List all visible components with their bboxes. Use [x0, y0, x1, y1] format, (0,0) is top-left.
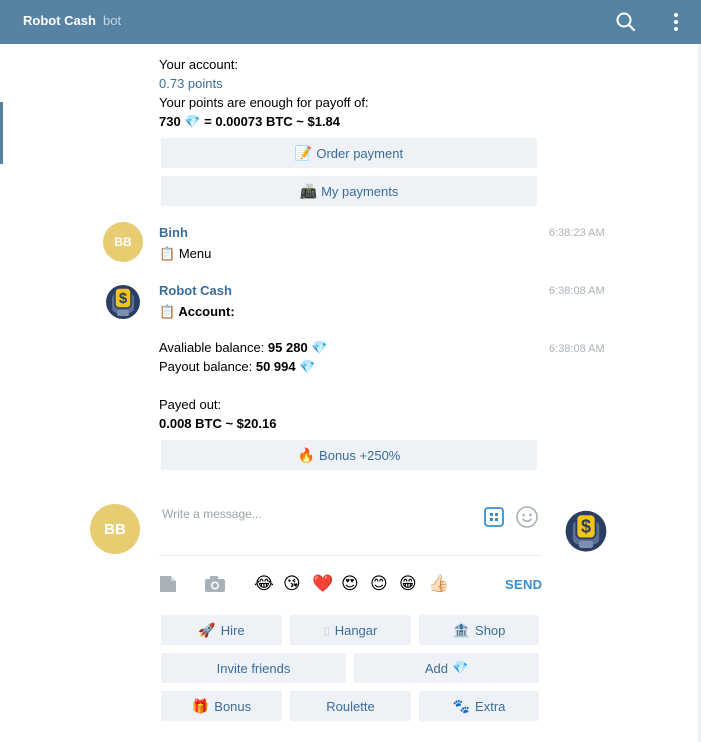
smile-icon[interactable] [515, 505, 539, 529]
message-text: 📋 Menu [159, 246, 212, 261]
gem-icon: 💎 [311, 340, 328, 355]
robot-avatar-icon[interactable]: $ [103, 281, 143, 321]
emoji-kiss-icon[interactable]: 😘 [283, 574, 301, 594]
shop-button[interactable]: 🏦 Shop [419, 615, 539, 645]
payoff-label: Your points are enough for payoff of: [159, 95, 369, 110]
hangar-button[interactable]: ▯ Hangar [290, 615, 411, 645]
bonus-inline-button[interactable]: 🔥 Bonus +250% [161, 440, 537, 470]
robot-avatar-icon[interactable]: $ [562, 506, 610, 554]
search-icon[interactable] [612, 8, 640, 36]
account-label: Your account: [159, 57, 239, 72]
sender-name[interactable]: Binh [159, 225, 188, 240]
order-payment-button[interactable]: 📝 Order payment [161, 138, 537, 168]
camera-icon[interactable] [204, 575, 226, 593]
payed-out-label: Payed out: [159, 397, 222, 412]
rocket-icon: 🚀 [198, 621, 216, 638]
hangar-icon: ▯ [323, 624, 330, 637]
memo-icon: 📝 [294, 144, 313, 161]
document-icon[interactable] [159, 575, 177, 593]
account-heading: 📋 Account: [159, 304, 235, 319]
bank-icon: 🏦 [452, 621, 471, 638]
points-value: 0.73 points [159, 76, 223, 91]
chat-title[interactable]: Robot Cash [23, 13, 96, 28]
extra-button[interactable]: 🐾 Extra [419, 691, 539, 721]
my-payments-button[interactable]: 📠 My payments [161, 176, 537, 206]
bonus-button[interactable]: 🎁 Bonus [161, 691, 282, 721]
message-time: 6:38:08 AM [549, 343, 605, 355]
gem-icon: 💎 [451, 660, 469, 675]
gift-icon: 🎁 [191, 697, 210, 714]
emoji-grin-icon[interactable]: 😁 [399, 574, 417, 594]
payoff-amount: 730 💎 = 0.00073 BTC ~ $1.84 [159, 114, 341, 129]
selection-indicator [0, 102, 3, 164]
chat-subtitle: bot [103, 13, 122, 28]
add-button[interactable]: Add 💎 [354, 653, 539, 683]
clipboard-icon: 📋 [159, 304, 176, 319]
available-balance: Avaliable balance: 95 280 💎 [159, 340, 328, 355]
bot-keyboard-icon[interactable] [483, 506, 505, 528]
gem-icon: 💎 [299, 359, 316, 374]
emoji-heart-eyes-icon[interactable]: 😍 [341, 574, 359, 594]
composer-divider [159, 555, 541, 556]
svg-text:$: $ [581, 516, 591, 536]
payed-out-value: 0.008 BTC ~ $20.16 [159, 416, 277, 431]
roulette-button[interactable]: Roulette [290, 691, 411, 721]
fire-icon: 🔥 [297, 446, 316, 463]
avatar[interactable]: BB [103, 222, 143, 262]
sender-name[interactable]: Robot Cash [159, 283, 232, 298]
more-vertical-icon[interactable] [664, 8, 688, 36]
invite-friends-button[interactable]: Invite friends [161, 653, 346, 683]
fax-icon: 📠 [299, 182, 318, 199]
hire-button[interactable]: 🚀 Hire [161, 615, 282, 645]
gem-icon: 💎 [184, 114, 201, 129]
emoji-thumbsup-icon[interactable]: 👍🏻 [428, 574, 449, 594]
my-avatar[interactable]: BB [90, 504, 140, 554]
message-time: 6:38:23 AM [549, 227, 605, 239]
svg-text:$: $ [119, 290, 128, 307]
emoji-joy-icon[interactable]: 😂 [254, 574, 274, 594]
clipboard-icon: 📋 [159, 246, 176, 261]
emoji-blush-icon[interactable]: 😊 [370, 574, 388, 594]
send-button[interactable]: SEND [505, 577, 542, 592]
paw-prints-icon: 🐾 [452, 697, 471, 714]
payout-balance: Payout balance: 50 994 💎 [159, 359, 316, 374]
message-input[interactable]: Write a message... [162, 507, 262, 521]
chat-header: Robot Cash bot [0, 0, 701, 44]
emoji-heart-icon[interactable]: ❤️ [312, 574, 333, 594]
message-time: 6:38:08 AM [549, 285, 605, 297]
